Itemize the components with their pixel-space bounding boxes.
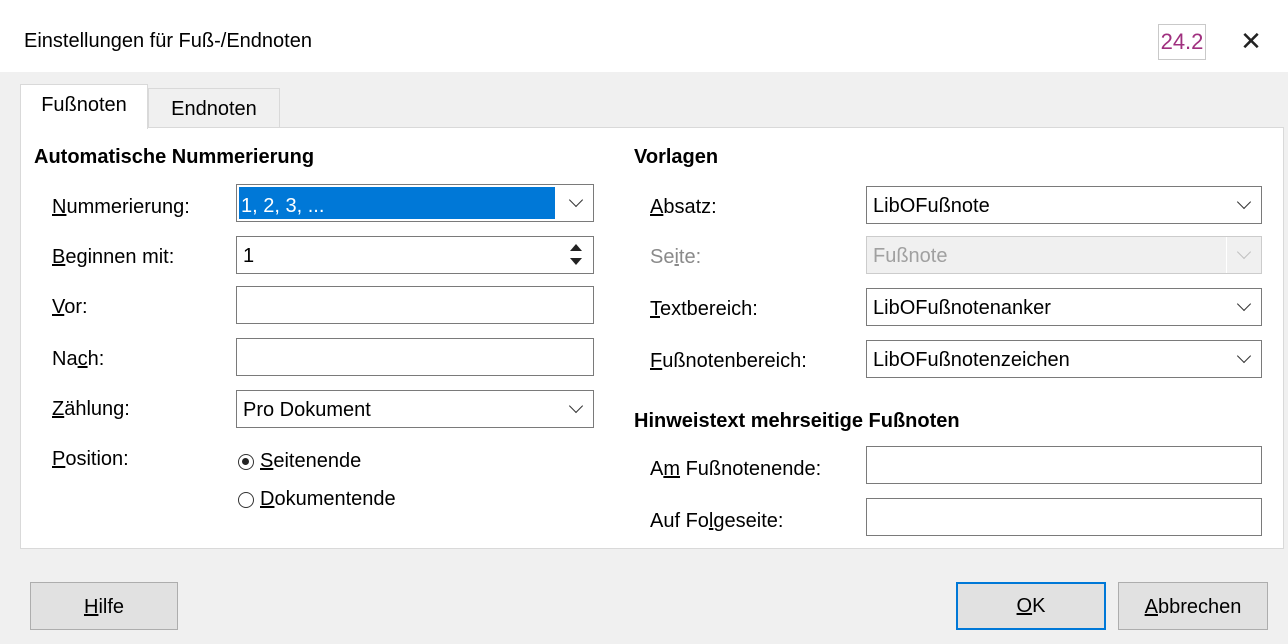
chevron-down-icon[interactable] — [1226, 289, 1261, 325]
close-icon[interactable]: ✕ — [1234, 24, 1268, 58]
nach-label: Nach: — [52, 348, 105, 370]
absatz-select[interactable]: LibOFußnote — [866, 186, 1262, 224]
nummerierung-select[interactable]: 1, 2, 3, ... — [236, 184, 594, 222]
folgeseite-input[interactable] — [866, 498, 1262, 536]
folgeseite-label: Auf Folgeseite: — [650, 510, 784, 532]
ok-button[interactable]: OK — [956, 582, 1106, 630]
zaehlung-select[interactable]: Pro Dokument — [236, 390, 594, 428]
nummerierung-label: Nummerierung: — [52, 196, 190, 218]
chevron-down-icon — [1226, 237, 1261, 273]
cancel-button[interactable]: Abbrechen — [1118, 582, 1268, 630]
spin-down-icon[interactable] — [563, 254, 589, 268]
chevron-down-icon[interactable] — [558, 185, 593, 221]
fussnotenbereich-value: LibOFußnotenzeichen — [873, 349, 1070, 371]
tab-endnoten-label: Endnoten — [171, 98, 257, 120]
radio-dokumentende-label: Dokumentende — [260, 488, 396, 510]
dialog-title: Einstellungen für Fuß-/Endnoten — [24, 30, 312, 52]
zaehlung-label: Zählung: — [52, 398, 130, 420]
radio-seitenende[interactable]: Seitenende — [238, 450, 361, 473]
radio-dokumentende[interactable]: Dokumentende — [238, 488, 396, 511]
chevron-down-icon[interactable] — [558, 391, 593, 427]
spin-buttons[interactable] — [563, 240, 589, 270]
tab-fussnoten-label: Fußnoten — [41, 94, 127, 116]
help-button[interactable]: Hilfe — [30, 582, 178, 630]
tab-endnoten[interactable]: Endnoten — [148, 88, 280, 130]
radio-dokumentende-indicator[interactable] — [238, 491, 254, 508]
fussnotenbereich-select[interactable]: LibOFußnotenzeichen — [866, 340, 1262, 378]
templates-heading: Vorlagen — [634, 146, 719, 168]
seite-select: Fußnote — [866, 236, 1262, 274]
vor-input[interactable] — [236, 286, 594, 324]
continuation-heading: Hinweistext mehrseitige Fußnoten — [634, 410, 960, 432]
beginnen-label: Beginnen mit: — [52, 246, 175, 268]
radio-seitenende-label: Seitenende — [260, 450, 362, 472]
absatz-value: LibOFußnote — [873, 195, 990, 217]
absatz-label: Absatz: — [650, 196, 717, 218]
beginnen-stepper[interactable]: 1 — [236, 236, 594, 274]
fussnotenbereich-label: Fußnotenbereich: — [650, 350, 807, 372]
spin-up-icon[interactable] — [563, 240, 589, 254]
nummerierung-value: 1, 2, 3, ... — [239, 187, 555, 219]
position-label: Position: — [52, 448, 129, 470]
textbereich-select[interactable]: LibOFußnotenanker — [866, 288, 1262, 326]
seite-value: Fußnote — [873, 245, 948, 267]
textbereich-label: Textbereich: — [650, 298, 758, 320]
am-ende-label: Am Fußnotenende: — [650, 458, 822, 480]
radio-seitenende-indicator[interactable] — [238, 453, 254, 470]
seite-label: Seite: — [650, 246, 702, 268]
am-ende-input[interactable] — [866, 446, 1262, 484]
numbering-heading: Automatische Nummerierung — [34, 146, 315, 168]
chevron-down-icon[interactable] — [1226, 341, 1261, 377]
chevron-down-icon[interactable] — [1226, 187, 1261, 223]
zaehlung-value: Pro Dokument — [243, 399, 371, 421]
tab-fussnoten[interactable]: Fußnoten — [20, 84, 148, 129]
vor-label: Vor: — [52, 296, 88, 318]
nach-input[interactable] — [236, 338, 594, 376]
textbereich-value: LibOFußnotenanker — [873, 297, 1051, 319]
version-badge: 24.2 — [1158, 24, 1206, 60]
beginnen-value: 1 — [243, 245, 255, 267]
